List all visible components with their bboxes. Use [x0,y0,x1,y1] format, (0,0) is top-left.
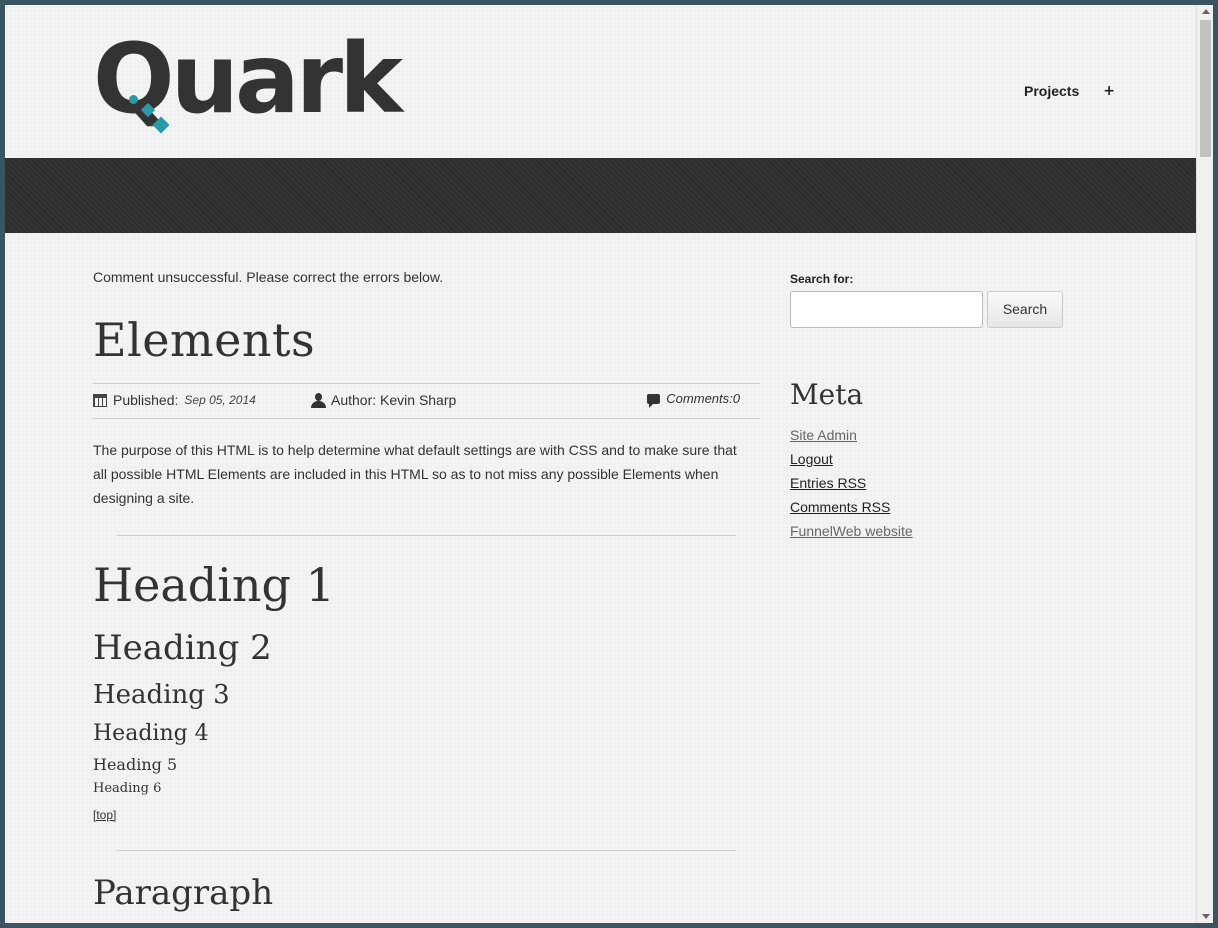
vertical-scrollbar[interactable] [1196,5,1213,923]
meta-links: Site Admin Logout Entries RSS Comments R… [790,423,913,543]
heading-5: Heading 5 [93,755,178,774]
link-site-admin[interactable]: Site Admin [790,427,857,443]
author-label: Author: Kevin Sharp [331,392,457,408]
heading-3: Heading 3 [93,680,230,710]
divider [117,850,736,851]
comments-link[interactable]: Comments:0 [647,391,740,408]
search-input[interactable] [790,291,983,328]
published-date: Sep 05, 2014 [184,393,256,407]
meta-title: Meta [790,378,864,411]
heading-4: Heading 4 [93,721,209,746]
link-comments-rss[interactable]: Comments RSS [790,499,890,515]
divider [117,535,736,536]
link-logout[interactable]: Logout [790,451,833,467]
logo-accent-dot [129,95,138,104]
header-band [5,158,1196,233]
author-info: Author: Kevin Sharp [311,392,456,408]
nav-expand-plus-icon[interactable]: + [1103,83,1115,99]
main-nav: Projects + [1024,83,1115,99]
logo-text: Quark [93,23,403,135]
heading-1: Heading 1 [93,558,335,612]
intro-paragraph: The purpose of this HTML is to help dete… [93,442,737,506]
site-logo[interactable]: Quark [93,31,403,145]
top-link[interactable]: [top] [93,808,116,822]
nav-projects[interactable]: Projects [1024,83,1079,99]
scroll-up-arrow-icon[interactable] [1202,9,1210,14]
scroll-down-arrow-icon[interactable] [1202,914,1210,919]
comments-count: Comments:0 [666,391,740,406]
post-meta: Published: Sep 05, 2014 Author: Kevin Sh… [93,383,760,419]
user-icon [311,392,326,408]
calendar-icon [93,393,107,407]
page: Quark Projects + Comment unsuccessful. P… [5,5,1196,923]
search-label: Search for: [790,272,854,286]
link-funnelweb-website[interactable]: FunnelWeb website [790,523,913,539]
flash-message: Comment unsuccessful. Please correct the… [93,269,444,285]
published-label: Published: [113,392,179,408]
post-title: Elements [93,313,316,367]
scrollbar-thumb[interactable] [1200,20,1211,157]
paragraph-section-title: Paragraph [93,873,274,913]
heading-6: Heading 6 [93,781,162,796]
heading-2: Heading 2 [93,628,272,668]
published-info: Published: Sep 05, 2014 [93,392,256,408]
link-entries-rss[interactable]: Entries RSS [790,475,866,491]
search-button[interactable]: Search [987,291,1063,328]
browser-window: Quark Projects + Comment unsuccessful. P… [5,5,1213,923]
comment-bubble-icon [647,393,661,408]
